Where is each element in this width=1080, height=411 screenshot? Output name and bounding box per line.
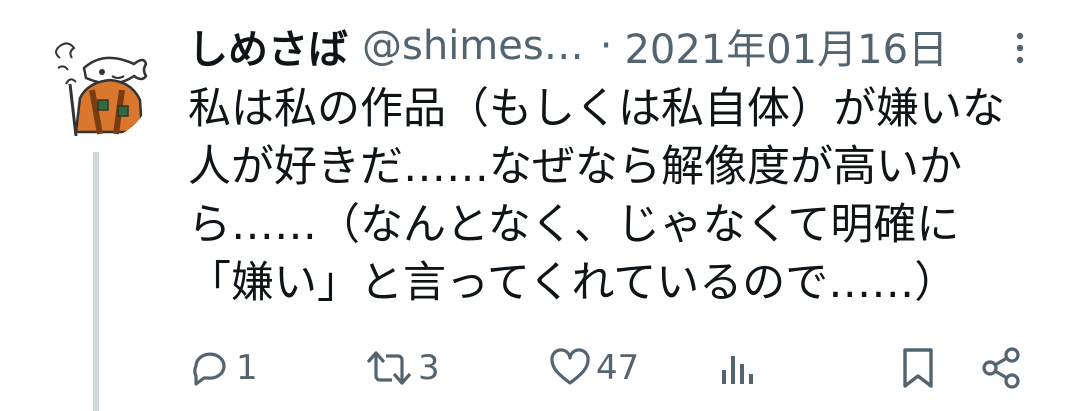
retweet-icon [366,351,412,385]
reply-count: 1 [236,348,258,388]
tweet-text-line: 「嫌い」と言ってくれているので……） [188,258,958,308]
avatar[interactable] [40,28,152,140]
share-button[interactable] [980,340,1024,396]
reply-button[interactable]: 1 [188,340,258,396]
analytics-icon [722,356,753,384]
header-separator: · [599,23,613,69]
bookmark-icon [903,348,933,388]
tweet-header: しめさば @shimes… · 2021年01月16日 [188,18,988,74]
bookmark-button[interactable] [896,340,940,396]
heart-icon [550,348,590,385]
more-options-button[interactable] [1000,28,1040,68]
tweet-text-line: 人が好きだ……なぜなら解像度が高いか [188,142,962,192]
display-name[interactable]: しめさば [188,17,348,75]
like-button[interactable]: 47 [548,340,639,396]
reply-icon [193,352,226,386]
tweet-date[interactable]: 2021年01月16日 [624,17,948,75]
retweet-count: 3 [418,348,440,388]
tweet-text: 私は私の作品（もしくは私自体）が嫌いな 人が好きだ……なぜなら解像度が高いか ら… [188,80,1028,312]
more-vertical-icon [1016,32,1024,64]
avatar-illustration [55,42,148,137]
retweet-button[interactable]: 3 [364,340,440,396]
action-bar: 1 3 47 [0,340,1080,396]
share-icon [982,347,1020,389]
like-count: 47 [596,348,640,388]
tweet-text-line: 私は私の作品（もしくは私自体）が嫌いな [188,84,1005,134]
tweet[interactable]: しめさば @shimes… · 2021年01月16日 私は私の作品（もしくは私… [0,0,1080,411]
user-handle[interactable]: @shimes… [362,23,584,69]
views-button[interactable] [716,340,760,396]
tweet-text-line: ら……（なんとなく、じゃなくて明確に [188,200,960,250]
